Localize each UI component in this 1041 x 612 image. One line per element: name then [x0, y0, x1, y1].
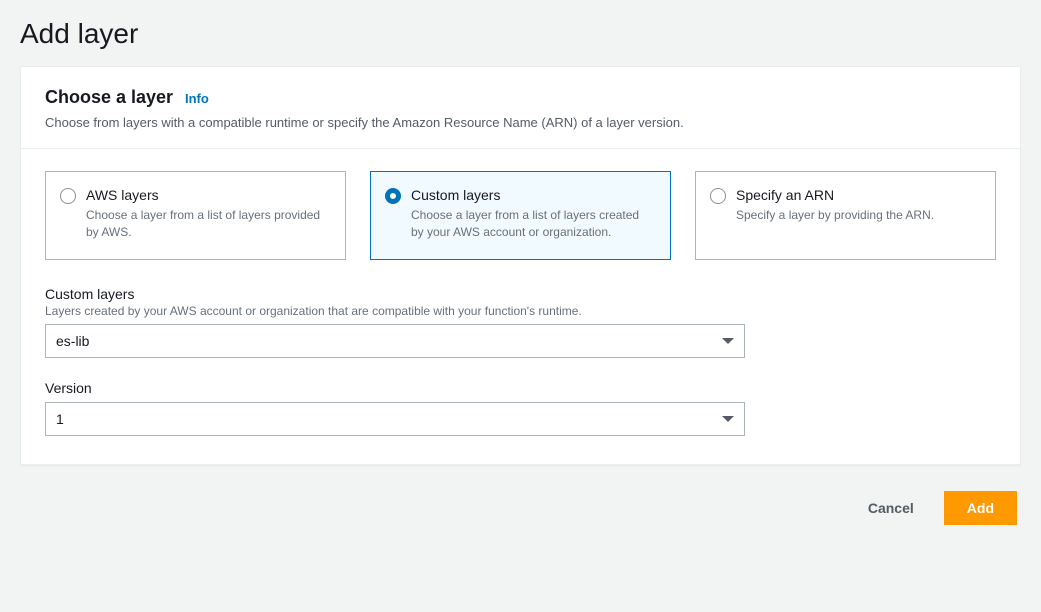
option-desc: Specify a layer by providing the ARN.	[736, 207, 979, 224]
custom-layers-select[interactable]: es-lib	[45, 324, 745, 358]
radio-icon	[385, 188, 401, 204]
info-link[interactable]: Info	[185, 91, 209, 106]
option-desc: Choose a layer from a list of layers cre…	[411, 207, 654, 241]
choose-layer-panel: Choose a layer Info Choose from layers w…	[20, 66, 1021, 465]
field-label: Version	[45, 380, 996, 396]
add-button[interactable]: Add	[944, 491, 1017, 525]
option-title: Custom layers	[411, 186, 654, 205]
option-specify-arn[interactable]: Specify an ARN Specify a layer by provid…	[695, 171, 996, 259]
version-select[interactable]: 1	[45, 402, 745, 436]
option-aws-layers[interactable]: AWS layers Choose a layer from a list of…	[45, 171, 346, 259]
select-value: 1	[56, 411, 64, 427]
option-title: AWS layers	[86, 186, 329, 205]
panel-body: AWS layers Choose a layer from a list of…	[21, 149, 1020, 463]
footer-actions: Cancel Add	[20, 491, 1021, 525]
radio-icon	[60, 188, 76, 204]
section-title: Choose a layer	[45, 87, 173, 107]
page-title: Add layer	[20, 18, 1021, 50]
option-desc: Choose a layer from a list of layers pro…	[86, 207, 329, 241]
cancel-button[interactable]: Cancel	[856, 492, 926, 524]
field-label: Custom layers	[45, 286, 996, 302]
select-value: es-lib	[56, 333, 89, 349]
panel-header: Choose a layer Info Choose from layers w…	[21, 67, 1020, 149]
option-custom-layers[interactable]: Custom layers Choose a layer from a list…	[370, 171, 671, 259]
chevron-down-icon	[722, 338, 734, 344]
option-title: Specify an ARN	[736, 186, 979, 205]
layer-source-options: AWS layers Choose a layer from a list of…	[45, 171, 996, 259]
radio-icon	[710, 188, 726, 204]
chevron-down-icon	[722, 416, 734, 422]
field-help: Layers created by your AWS account or or…	[45, 304, 996, 318]
field-version: Version 1	[45, 380, 996, 436]
section-description: Choose from layers with a compatible run…	[45, 114, 996, 132]
field-custom-layers: Custom layers Layers created by your AWS…	[45, 286, 996, 358]
